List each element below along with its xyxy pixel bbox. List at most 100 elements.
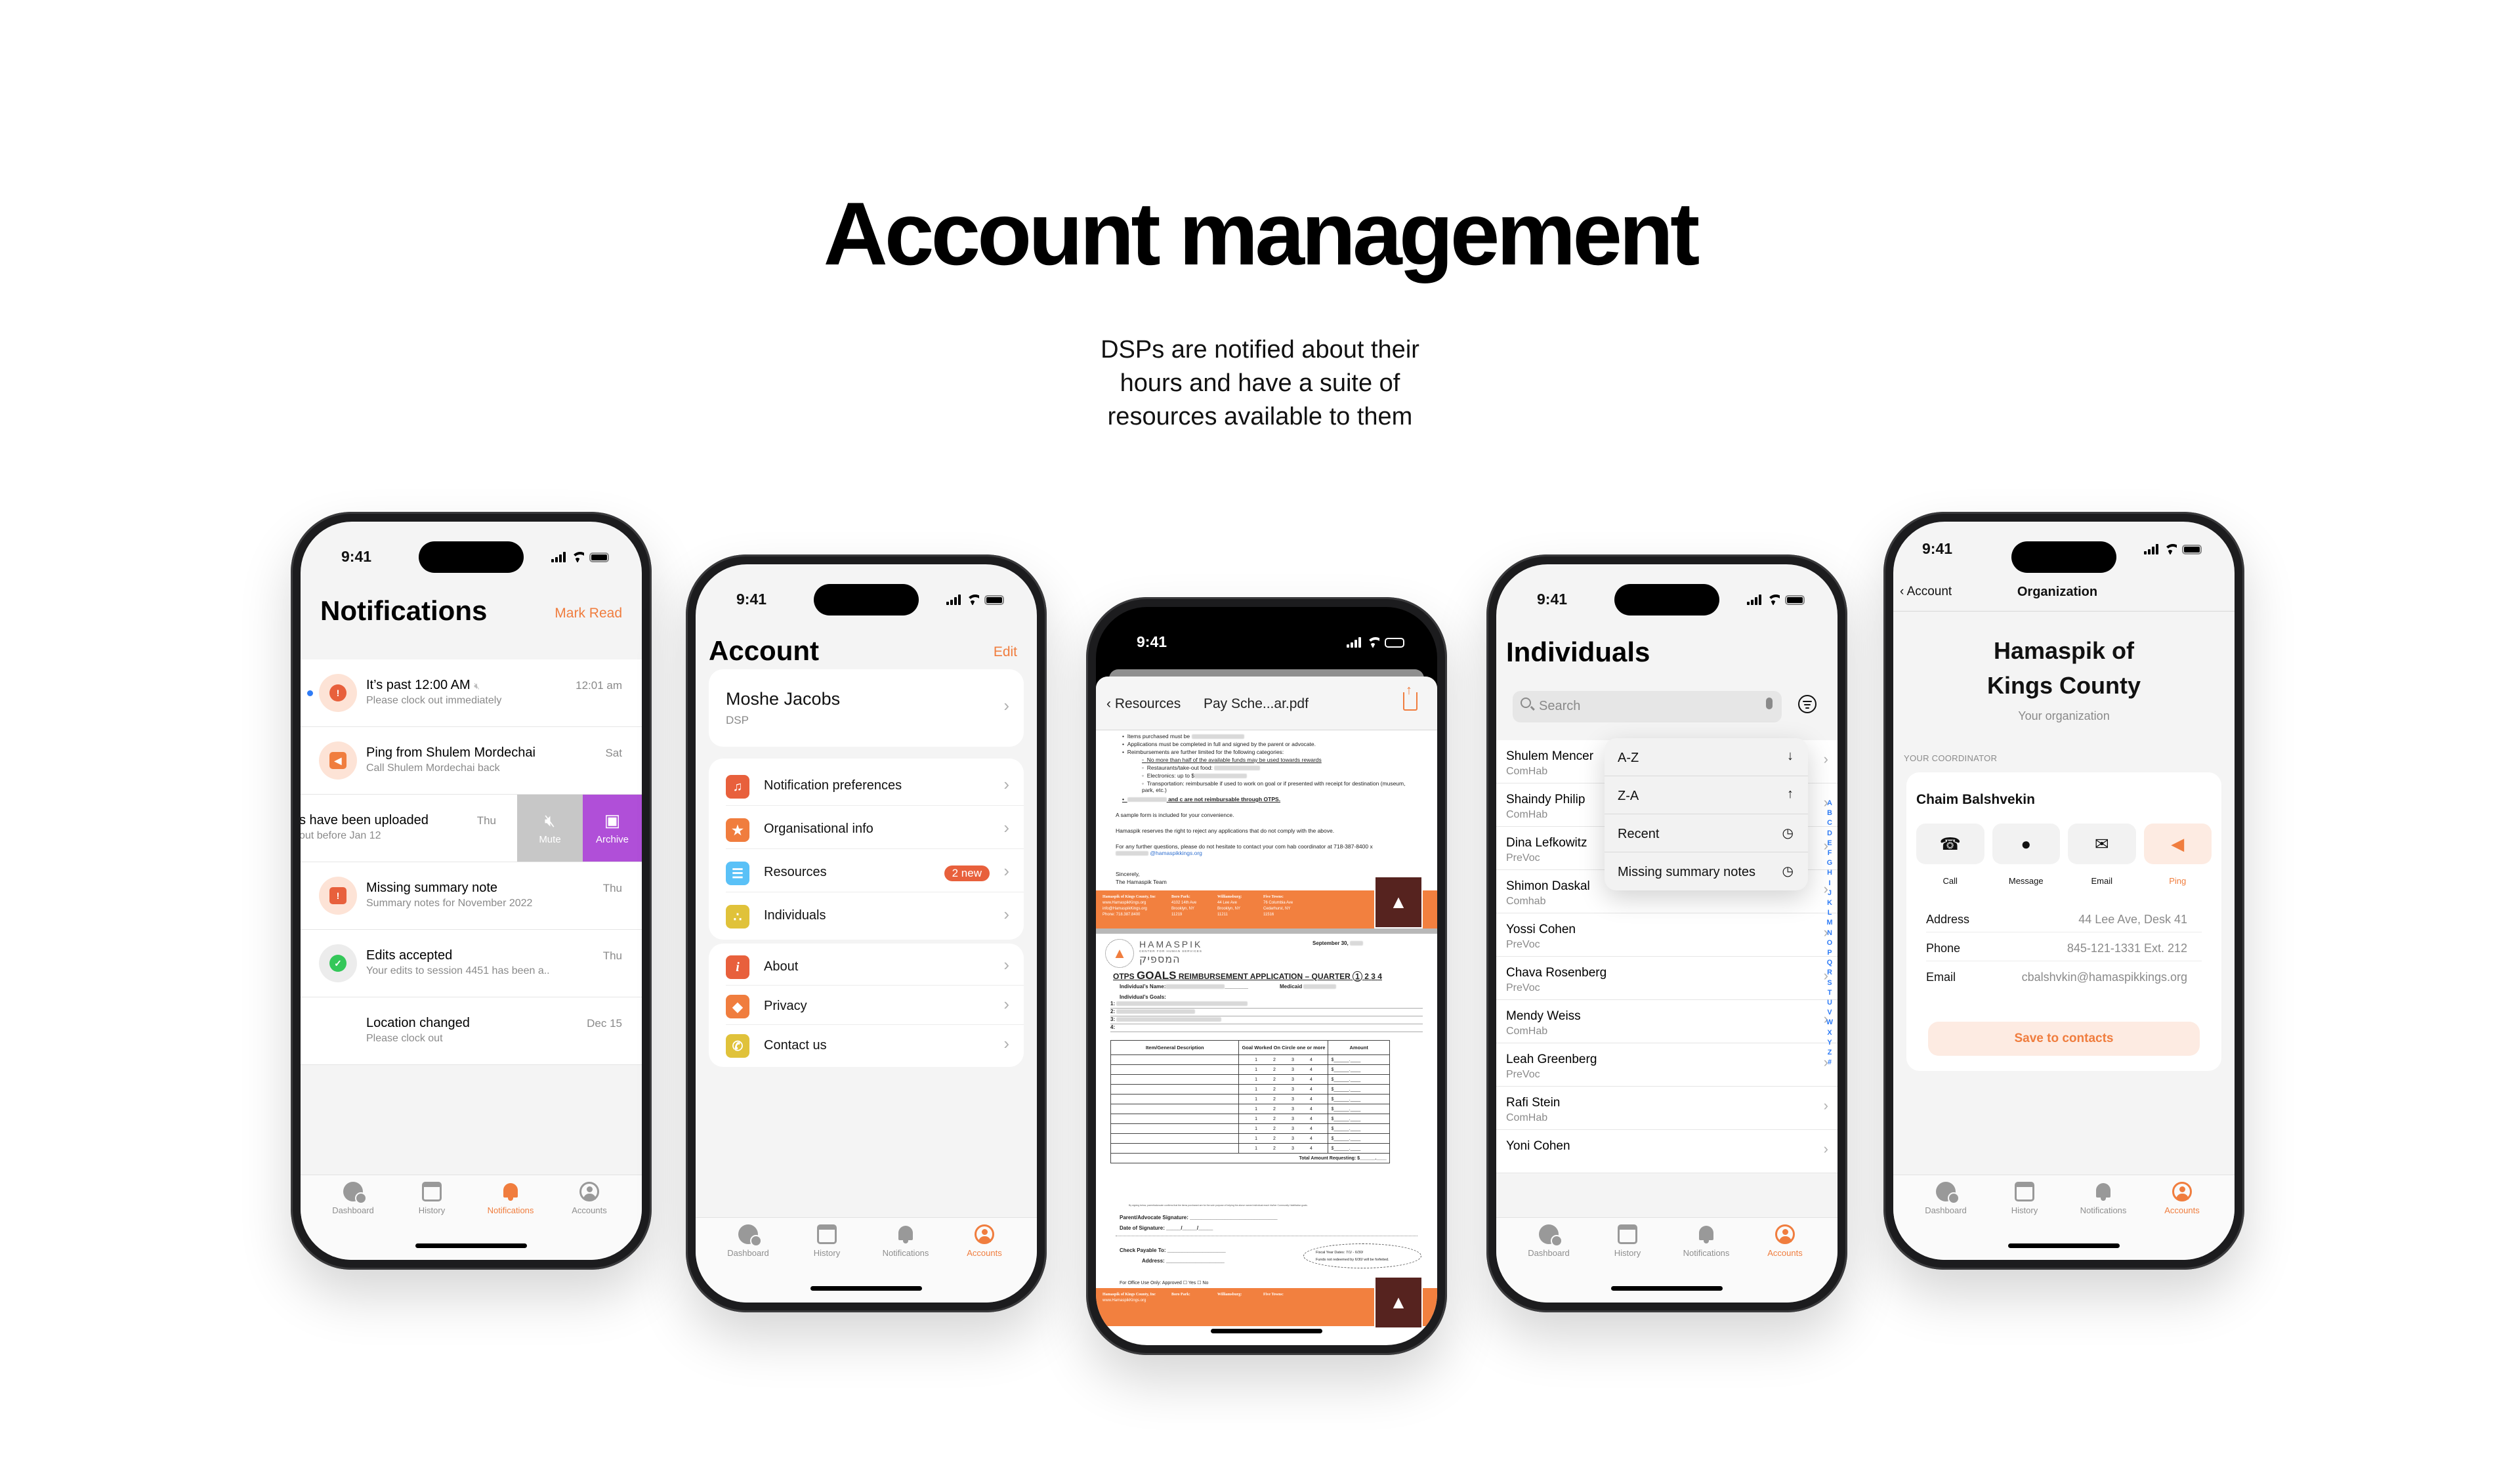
amount-cell[interactable]: $______.____ bbox=[1328, 1084, 1390, 1095]
share-icon[interactable] bbox=[1403, 683, 1418, 711]
index-letter[interactable]: P bbox=[1825, 948, 1834, 958]
index-letter[interactable]: U bbox=[1825, 998, 1834, 1008]
menu-item-notification-preferences[interactable]: ♫ Notification preferences › bbox=[726, 762, 1024, 806]
call-button[interactable]: ☎ Call bbox=[1916, 824, 1984, 886]
index-letter[interactable]: S bbox=[1825, 978, 1834, 988]
index-letter[interactable]: X bbox=[1825, 1028, 1834, 1038]
goal-options-cell[interactable]: 1234 bbox=[1238, 1143, 1329, 1154]
email-button[interactable]: ✉ Email bbox=[2068, 824, 2136, 886]
filter-button[interactable] bbox=[1798, 695, 1816, 713]
tab-history[interactable]: History bbox=[1985, 1182, 2064, 1260]
item-description-cell[interactable] bbox=[1110, 1094, 1240, 1104]
tab-accounts[interactable]: Accounts bbox=[1746, 1224, 1824, 1303]
goal-options-cell[interactable]: 1234 bbox=[1238, 1064, 1329, 1075]
menu-item-about[interactable]: i About › bbox=[726, 946, 1024, 986]
detail-email[interactable]: Email cbalshvkin@hamaspikkings.org bbox=[1926, 961, 2202, 990]
detail-phone[interactable]: Phone 845-121-1331 Ext. 212 bbox=[1926, 932, 2202, 961]
index-letter[interactable]: N bbox=[1825, 928, 1834, 938]
notification-item[interactable]: ! Missing summary note Summary notes for… bbox=[301, 862, 642, 930]
ping-button[interactable]: ◀ Ping bbox=[2143, 824, 2212, 886]
index-letter[interactable]: # bbox=[1825, 1058, 1834, 1068]
item-description-cell[interactable] bbox=[1110, 1084, 1240, 1095]
index-letter[interactable]: A bbox=[1825, 799, 1834, 808]
tab-history[interactable]: History bbox=[1588, 1224, 1667, 1303]
index-letter[interactable]: B bbox=[1825, 808, 1834, 818]
amount-cell[interactable]: $______.____ bbox=[1328, 1074, 1390, 1085]
tab-history[interactable]: History bbox=[392, 1182, 471, 1260]
tab-notifications[interactable]: Notifications bbox=[471, 1182, 550, 1260]
amount-cell[interactable]: $______.____ bbox=[1328, 1123, 1390, 1134]
amount-cell[interactable]: $______.____ bbox=[1328, 1094, 1390, 1104]
profile-card[interactable]: Moshe Jacobs DSP › bbox=[709, 669, 1024, 747]
item-description-cell[interactable] bbox=[1110, 1114, 1240, 1124]
index-letter[interactable]: C bbox=[1825, 818, 1834, 828]
index-letter[interactable]: Q bbox=[1825, 958, 1834, 968]
individual-row[interactable]: Leah Greenberg PreVoc › bbox=[1496, 1043, 1838, 1087]
goal-options-cell[interactable]: 1234 bbox=[1238, 1084, 1329, 1095]
tab-dashboard[interactable]: Dashboard bbox=[314, 1182, 392, 1260]
menu-item-individuals[interactable]: ∴ Individuals › bbox=[726, 892, 1024, 936]
tab-notifications[interactable]: Notifications bbox=[2064, 1182, 2143, 1260]
notification-item[interactable]: ! It’s past 12:00 AM 🔇︎ Please clock out… bbox=[301, 659, 642, 727]
sort-option-a-z[interactable]: A-Z ↓ bbox=[1605, 738, 1808, 776]
individual-row[interactable]: Rafi Stein ComHab › bbox=[1496, 1087, 1838, 1130]
individual-row[interactable]: Mendy Weiss ComHab › bbox=[1496, 1000, 1838, 1043]
item-description-cell[interactable] bbox=[1110, 1054, 1240, 1065]
tab-dashboard[interactable]: Dashboard bbox=[1906, 1182, 1985, 1260]
goal-options-cell[interactable]: 1234 bbox=[1238, 1094, 1329, 1104]
tab-history[interactable]: History bbox=[788, 1224, 866, 1303]
index-letter[interactable]: J bbox=[1825, 888, 1834, 898]
amount-cell[interactable]: $______.____ bbox=[1328, 1114, 1390, 1124]
edit-button[interactable]: Edit bbox=[994, 644, 1017, 660]
goal-options-cell[interactable]: 1234 bbox=[1238, 1133, 1329, 1144]
goal-options-cell[interactable]: 1234 bbox=[1238, 1054, 1329, 1065]
goal-options-cell[interactable]: 1234 bbox=[1238, 1074, 1329, 1085]
message-button[interactable]: ● Message bbox=[1992, 824, 2060, 886]
sort-option-recent[interactable]: Recent ◷ bbox=[1605, 814, 1808, 852]
tab-dashboard[interactable]: Dashboard bbox=[1509, 1224, 1588, 1303]
menu-item-contact-us[interactable]: ✆ Contact us › bbox=[726, 1025, 1024, 1064]
notification-item[interactable]: ✓ Edits accepted Your edits to session 4… bbox=[301, 930, 642, 997]
notification-item[interactable]: Location changed Please clock out Dec 15 bbox=[301, 997, 642, 1065]
tab-dashboard[interactable]: Dashboard bbox=[709, 1224, 788, 1303]
microphone-icon[interactable] bbox=[1766, 698, 1773, 709]
alphabet-index[interactable]: A B C D E F G H I J K L M N O P Q R S T U V W X Y Z # bbox=[1825, 799, 1834, 1068]
amount-cell[interactable]: $______.____ bbox=[1328, 1104, 1390, 1114]
index-letter[interactable]: I bbox=[1825, 879, 1834, 888]
index-letter[interactable]: V bbox=[1825, 1008, 1834, 1018]
tab-accounts[interactable]: Accounts bbox=[2143, 1182, 2221, 1260]
index-letter[interactable]: L bbox=[1825, 908, 1834, 918]
pdf-document[interactable]: • Items purchased must be • Applications… bbox=[1096, 730, 1437, 1345]
menu-item-resources[interactable]: ☰ Resources 2 new › bbox=[726, 849, 1024, 892]
amount-cell[interactable]: $______.____ bbox=[1328, 1054, 1390, 1065]
archive-button[interactable]: ▣ Archive bbox=[583, 795, 642, 862]
individual-row[interactable]: Yossi Cohen PreVoc › bbox=[1496, 913, 1838, 957]
sort-option-missing-notes[interactable]: Missing summary notes ◷ bbox=[1605, 852, 1808, 890]
mute-button[interactable]: 🔇︎ Mute bbox=[517, 795, 583, 862]
index-letter[interactable]: D bbox=[1825, 829, 1834, 839]
item-description-cell[interactable] bbox=[1110, 1064, 1240, 1075]
notification-item[interactable]: ◀ Ping from Shulem Mordechai Call Shulem… bbox=[301, 727, 642, 795]
index-letter[interactable]: O bbox=[1825, 938, 1834, 948]
goal-options-cell[interactable]: 1234 bbox=[1238, 1104, 1329, 1114]
menu-item-privacy[interactable]: ◆ Privacy › bbox=[726, 986, 1024, 1025]
index-letter[interactable]: W bbox=[1825, 1018, 1834, 1028]
sort-option-z-a[interactable]: Z-A ↑ bbox=[1605, 776, 1808, 814]
tab-accounts[interactable]: Accounts bbox=[945, 1224, 1024, 1303]
tab-notifications[interactable]: Notifications bbox=[1667, 1224, 1746, 1303]
amount-cell[interactable]: $______.____ bbox=[1328, 1143, 1390, 1154]
index-letter[interactable]: H bbox=[1825, 868, 1834, 878]
amount-cell[interactable]: $______.____ bbox=[1328, 1133, 1390, 1144]
tab-notifications[interactable]: Notifications bbox=[866, 1224, 945, 1303]
mark-read-button[interactable]: Mark Read bbox=[555, 606, 622, 621]
index-letter[interactable]: G bbox=[1825, 858, 1834, 868]
individual-row[interactable]: Chava Rosenberg PreVoc › bbox=[1496, 957, 1838, 1000]
item-description-cell[interactable] bbox=[1110, 1123, 1240, 1134]
item-description-cell[interactable] bbox=[1110, 1104, 1240, 1114]
index-letter[interactable]: K bbox=[1825, 898, 1834, 908]
index-letter[interactable]: F bbox=[1825, 848, 1834, 858]
individual-row[interactable]: Yoni Cohen › bbox=[1496, 1130, 1838, 1173]
item-description-cell[interactable] bbox=[1110, 1133, 1240, 1144]
index-letter[interactable]: Z bbox=[1825, 1048, 1834, 1058]
item-description-cell[interactable] bbox=[1110, 1074, 1240, 1085]
